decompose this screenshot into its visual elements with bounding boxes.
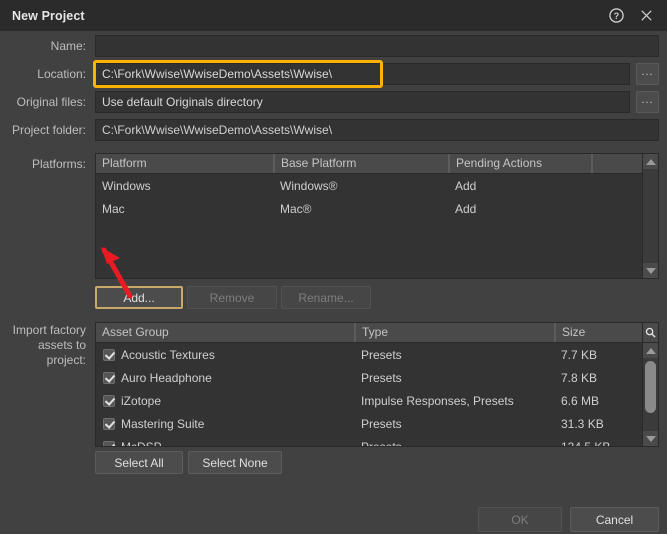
column-header-pending-actions[interactable]: Pending Actions — [449, 154, 592, 173]
asset-checkbox[interactable] — [103, 417, 115, 430]
platforms-label: Platforms: — [31, 157, 86, 171]
scroll-down-icon[interactable] — [643, 263, 658, 278]
cell-asset-group: iZotope — [96, 394, 355, 408]
asset-checkbox[interactable] — [103, 348, 115, 361]
list-item[interactable]: Auro Headphone Presets 7.8 KB — [96, 366, 642, 389]
column-header-type[interactable]: Type — [355, 323, 555, 342]
location-label: Location: — [37, 67, 86, 81]
asset-group-name: Mastering Suite — [121, 416, 205, 431]
project-folder-value: C:\Fork\Wwise\WwiseDemo\Assets\Wwise\ — [95, 119, 659, 141]
select-all-button[interactable]: Select All — [95, 451, 183, 474]
asset-group-name: McDSP — [121, 439, 162, 447]
select-none-button[interactable]: Select None — [188, 451, 282, 474]
window-title: New Project — [12, 8, 85, 23]
scrollbar-thumb[interactable] — [645, 361, 656, 413]
asset-checkbox[interactable] — [103, 394, 115, 407]
cell-size: 6.6 MB — [561, 393, 600, 408]
asset-table-scrollbar[interactable] — [642, 323, 658, 446]
import-assets-label-line-1: Import factory — [12, 323, 86, 337]
ok-button: OK — [478, 507, 562, 532]
cell-size: 7.7 KB — [561, 347, 598, 362]
cell-type: Impulse Responses, Presets — [361, 393, 514, 408]
new-project-dialog: Name: Location: C:\Fork\Wwise\WwiseDemo\… — [0, 31, 667, 534]
cell-base-platform: Mac® — [280, 201, 312, 216]
scroll-up-icon[interactable] — [643, 154, 658, 169]
column-header-base-platform[interactable]: Base Platform — [274, 154, 449, 173]
import-assets-label-line-2: assets to — [37, 338, 86, 352]
platforms-table[interactable]: Platform Base Platform Pending Actions W… — [95, 153, 659, 279]
column-header-asset-group[interactable]: Asset Group — [96, 323, 355, 342]
list-item[interactable]: Mastering Suite Presets 31.3 KB — [96, 412, 642, 435]
scroll-up-icon[interactable] — [643, 343, 658, 358]
asset-table-header: Asset Group Type Size — [96, 323, 658, 343]
location-input[interactable]: C:\Fork\Wwise\WwiseDemo\Assets\Wwise\ — [95, 63, 630, 85]
cell-asset-group: Auro Headphone — [96, 371, 355, 385]
original-files-input[interactable]: Use default Originals directory — [95, 91, 630, 113]
asset-group-name: iZotope — [121, 393, 162, 408]
asset-groups-table[interactable]: Asset Group Type Size Acoustic Textures … — [95, 322, 659, 447]
table-row[interactable]: Mac Mac® Add — [96, 197, 642, 220]
cell-asset-group: McDSP — [96, 439, 355, 447]
search-icon[interactable] — [643, 323, 658, 343]
cancel-button[interactable]: Cancel — [570, 507, 659, 532]
asset-table-body: Acoustic Textures Presets 7.7 KB Auro He… — [96, 343, 642, 447]
cell-type: Presets — [361, 347, 402, 362]
field-row-name: Name: — [0, 35, 667, 57]
asset-checkbox[interactable] — [103, 440, 115, 446]
cell-size: 31.3 KB — [561, 416, 604, 431]
cell-platform: Windows — [102, 178, 151, 193]
asset-group-name: Auro Headphone — [121, 370, 212, 385]
svg-text:?: ? — [613, 11, 618, 21]
platforms-table-body: Windows Windows® Add Mac Mac® Add — [96, 174, 642, 220]
name-input[interactable] — [95, 35, 659, 57]
asset-checkbox[interactable] — [103, 371, 115, 384]
cell-type: Presets — [361, 370, 402, 385]
cell-asset-group: Acoustic Textures — [96, 348, 355, 362]
platforms-scrollbar[interactable] — [642, 154, 658, 278]
list-item[interactable]: iZotope Impulse Responses, Presets 6.6 M… — [96, 389, 642, 412]
remove-platform-button: Remove — [187, 286, 277, 309]
platforms-table-header: Platform Base Platform Pending Actions — [96, 154, 658, 174]
table-row[interactable]: Windows Windows® Add — [96, 174, 642, 197]
rename-platform-button: Rename... — [281, 286, 371, 309]
import-assets-label: Import factory assets to project: — [0, 323, 86, 368]
cell-size: 134.5 KB — [561, 439, 611, 447]
original-files-browse-button[interactable]: ... — [636, 91, 659, 113]
cell-type: Presets — [361, 439, 402, 447]
cell-pending-action: Add — [455, 201, 477, 216]
add-platform-button[interactable]: Add... — [95, 286, 183, 309]
cell-pending-action: Add — [455, 178, 477, 193]
list-item[interactable]: McDSP Presets 134.5 KB — [96, 435, 642, 447]
name-label: Name: — [50, 39, 86, 53]
list-item[interactable]: Acoustic Textures Presets 7.7 KB — [96, 343, 642, 366]
cell-size: 7.8 KB — [561, 370, 598, 385]
field-row-original-files: Original files: Use default Originals di… — [0, 91, 667, 113]
original-files-label: Original files: — [16, 95, 86, 109]
cell-asset-group: Mastering Suite — [96, 417, 355, 431]
cell-type: Presets — [361, 416, 402, 431]
field-row-location: Location: C:\Fork\Wwise\WwiseDemo\Assets… — [0, 63, 667, 85]
help-circle-icon[interactable]: ? — [601, 3, 631, 29]
cell-base-platform: Windows® — [280, 178, 338, 193]
scroll-down-icon[interactable] — [643, 431, 658, 446]
field-row-project-folder: Project folder: C:\Fork\Wwise\WwiseDemo\… — [0, 119, 667, 141]
cell-platform: Mac — [102, 201, 125, 216]
location-browse-button[interactable]: ... — [636, 63, 659, 85]
project-folder-label: Project folder: — [11, 123, 86, 137]
column-header-platform[interactable]: Platform — [96, 154, 274, 173]
import-assets-label-line-3: project: — [46, 353, 86, 367]
asset-group-name: Acoustic Textures — [121, 347, 215, 362]
close-icon[interactable] — [631, 3, 661, 29]
title-bar: New Project ? — [0, 0, 667, 31]
